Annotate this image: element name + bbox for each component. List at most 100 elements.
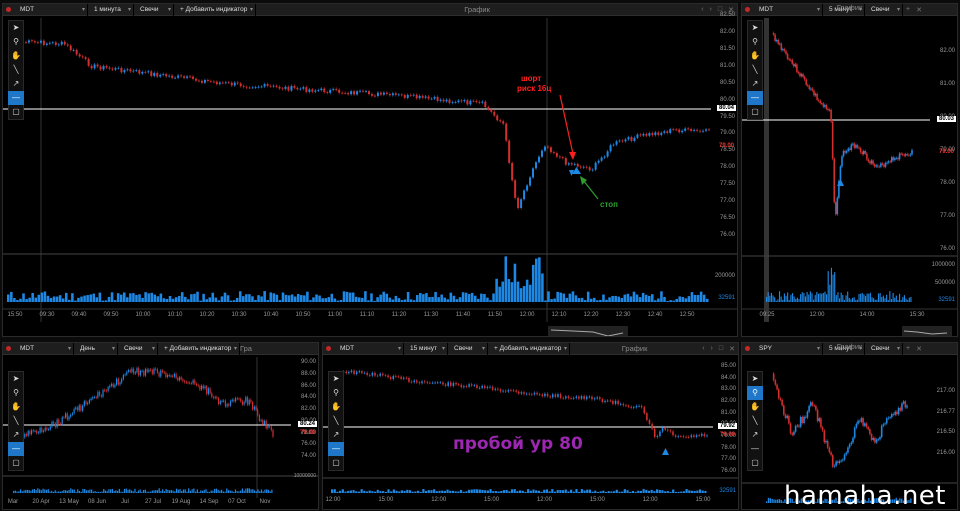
chart-panel-4[interactable]: MDT 15 минут Свечи + Добавить индикатор … — [322, 342, 739, 510]
volume-bar — [516, 281, 520, 302]
candle — [567, 163, 570, 165]
arrow-icon[interactable]: ↗ — [747, 77, 763, 91]
volume-bar — [565, 297, 569, 302]
candle — [681, 130, 684, 133]
candle — [170, 375, 172, 377]
volume-bar — [769, 295, 771, 302]
candle — [816, 409, 819, 422]
chart-canvas-4[interactable] — [323, 343, 739, 510]
candle — [784, 414, 787, 419]
line-icon[interactable]: ╲ — [747, 63, 763, 77]
volume-bar — [85, 490, 88, 493]
hand-icon[interactable]: ✋ — [8, 400, 24, 414]
volume-bar — [127, 489, 129, 493]
volume-bar — [531, 264, 535, 302]
chart-canvas-3[interactable] — [3, 343, 319, 510]
cursor-icon[interactable]: ➤ — [8, 21, 24, 35]
hand-icon[interactable]: ✋ — [747, 49, 763, 63]
chart-canvas-2[interactable] — [742, 4, 958, 337]
cursor-icon[interactable]: ➤ — [747, 372, 763, 386]
hand-icon[interactable]: ✋ — [747, 400, 763, 414]
chart-panel-1[interactable]: MDT 1 минута Свечи + Добавить индикатор … — [2, 3, 738, 337]
arrow-icon[interactable]: ↗ — [8, 77, 24, 91]
line-icon[interactable]: ╲ — [328, 414, 344, 428]
volume-bar — [257, 295, 260, 302]
zoom-icon[interactable]: ⚲ — [747, 35, 763, 49]
line-icon[interactable]: ╲ — [8, 414, 24, 428]
candle — [63, 417, 65, 419]
arrow-icon[interactable]: ↗ — [747, 428, 763, 442]
candle — [774, 380, 777, 385]
candle — [266, 84, 269, 86]
candle — [281, 88, 284, 90]
hline-icon[interactable]: — — [747, 91, 763, 105]
hline-icon[interactable]: — — [747, 442, 763, 456]
candle — [663, 131, 666, 133]
volume-bar — [392, 489, 395, 493]
candle — [648, 133, 651, 136]
candle — [700, 433, 703, 436]
volume-bar — [452, 295, 456, 302]
chart-panel-2[interactable]: MDT 5 минут Свечи + ✕ График ➤ ⚲ ✋ ╲ ↗ —… — [741, 3, 958, 337]
candle — [388, 93, 391, 96]
volume-bar — [122, 491, 124, 493]
rect-icon[interactable]: ▢ — [8, 456, 24, 470]
candle — [58, 419, 60, 424]
hand-icon[interactable]: ✋ — [328, 400, 344, 414]
zoom-icon[interactable]: ⚲ — [8, 386, 24, 400]
zoom-icon[interactable]: ⚲ — [8, 35, 24, 49]
rect-icon[interactable]: ▢ — [747, 456, 763, 470]
volume-bar — [672, 300, 675, 302]
rect-icon[interactable]: ▢ — [747, 105, 763, 119]
candle — [82, 405, 84, 411]
volume-bar — [89, 489, 91, 493]
volume-bar — [770, 292, 772, 302]
chart-canvas-1[interactable] — [3, 4, 738, 337]
volume-bar — [545, 489, 549, 493]
candle — [808, 405, 810, 412]
volume-bar — [653, 491, 656, 493]
candle — [687, 128, 690, 130]
volume-bar — [119, 294, 123, 302]
line-icon[interactable]: ╲ — [747, 414, 763, 428]
volume-bar — [238, 491, 240, 493]
candle — [269, 85, 272, 87]
volume-bar — [816, 291, 818, 302]
candle — [345, 371, 348, 374]
cursor-icon[interactable]: ➤ — [328, 372, 344, 386]
line-icon[interactable]: ╲ — [8, 63, 24, 77]
volume-bar — [132, 491, 134, 493]
candle — [783, 405, 785, 415]
candle — [682, 436, 685, 438]
zoom-icon[interactable]: ⚲ — [328, 386, 344, 400]
zoom-icon[interactable]: ⚲ — [747, 386, 763, 400]
volume-bar — [677, 491, 680, 493]
volume-bar — [68, 299, 71, 302]
arrow-icon[interactable]: ↗ — [328, 428, 344, 442]
volume-bar — [290, 294, 294, 302]
candle — [246, 397, 249, 405]
hand-icon[interactable]: ✋ — [8, 49, 24, 63]
volume-bar — [33, 489, 36, 493]
arrow-icon[interactable]: ↗ — [8, 428, 24, 442]
candle — [680, 436, 682, 438]
candle — [794, 425, 797, 432]
volume-bar — [101, 491, 103, 493]
volume-bar — [242, 296, 245, 302]
candle — [394, 93, 397, 95]
cursor-icon[interactable]: ➤ — [8, 372, 24, 386]
candle — [817, 99, 820, 101]
volume-bar — [532, 489, 535, 493]
candle — [785, 51, 787, 54]
hline-icon[interactable]: — — [8, 91, 24, 105]
cursor-icon[interactable]: ➤ — [747, 21, 763, 35]
candle — [557, 394, 559, 397]
rect-icon[interactable]: ▢ — [328, 456, 344, 470]
hline-icon[interactable]: — — [328, 442, 344, 456]
rect-icon[interactable]: ▢ — [8, 105, 24, 119]
volume-tick: 10000000 — [293, 473, 316, 479]
chart-panel-3[interactable]: MDT День Свечи + Добавить индикатор Гра … — [2, 342, 319, 510]
y-tick-label: 80.50 — [719, 79, 735, 86]
hline-icon[interactable]: — — [8, 442, 24, 456]
volume-bar — [403, 299, 407, 302]
